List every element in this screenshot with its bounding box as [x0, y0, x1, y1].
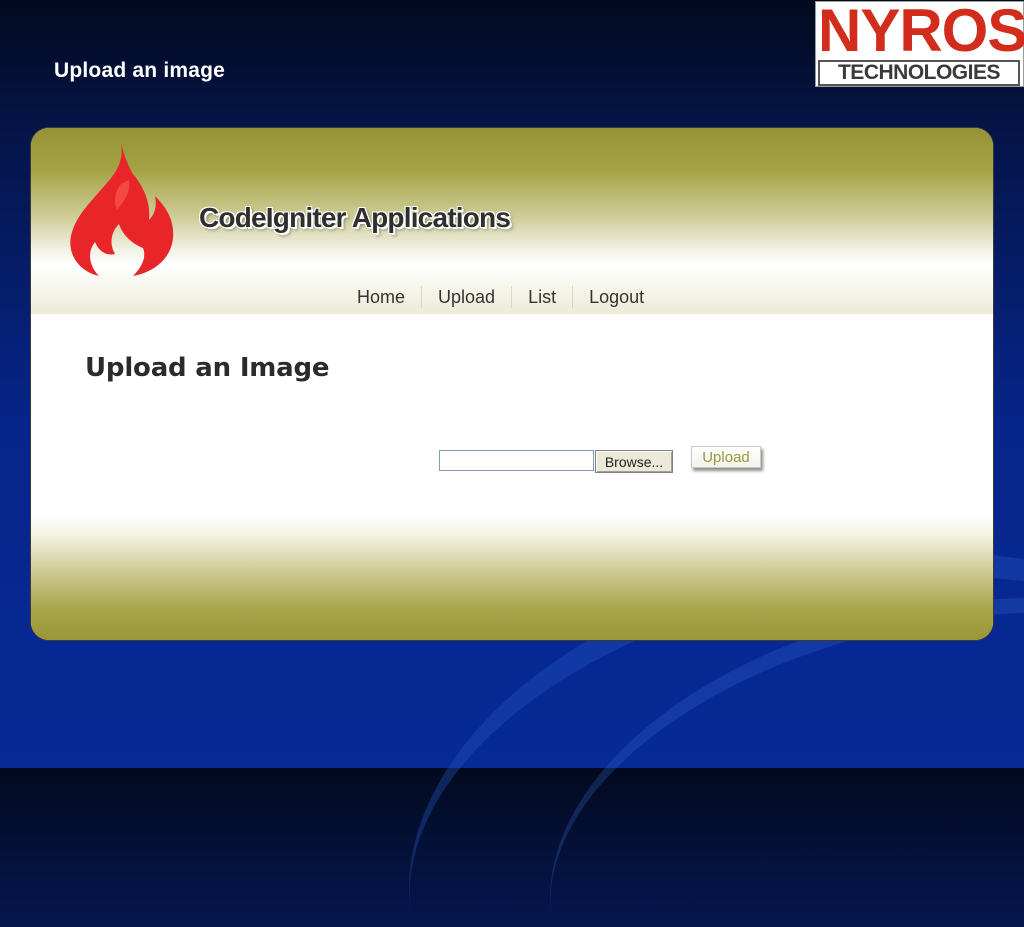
slide-title: Upload an image: [54, 59, 226, 82]
app-header: CodeIgniter Applications Home Upload Lis…: [31, 128, 993, 314]
nav-home[interactable]: Home: [341, 286, 421, 308]
nav-upload[interactable]: Upload: [421, 286, 511, 308]
nav-logout[interactable]: Logout: [572, 286, 660, 308]
company-logo: NYROS TECHNOLOGIES: [815, 0, 1024, 87]
upload-button[interactable]: Upload: [691, 446, 761, 468]
browse-button[interactable]: Browse...: [595, 450, 673, 473]
nav-list[interactable]: List: [511, 286, 572, 308]
flame-icon: [70, 142, 174, 276]
app-name: CodeIgniter Applications: [199, 202, 511, 233]
logo-sub-text: TECHNOLOGIES: [818, 60, 1020, 86]
page-heading: Upload an Image: [85, 353, 330, 383]
file-path-input[interactable]: [439, 450, 594, 471]
logo-main-text: NYROS: [818, 0, 1024, 64]
main-nav: Home Upload List Logout: [341, 286, 660, 308]
app-footer: [31, 514, 993, 640]
app-window: CodeIgniter Applications Home Upload Lis…: [31, 128, 993, 640]
